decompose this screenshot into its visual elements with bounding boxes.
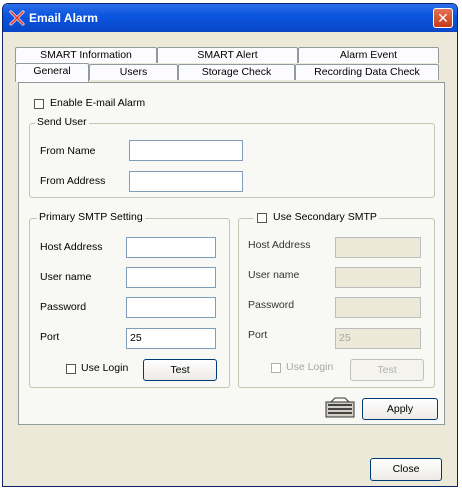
- secondary-password-input[interactable]: [335, 297, 421, 318]
- enable-email-alarm-label: Enable E-mail Alarm: [50, 97, 146, 109]
- from-name-label: From Name: [40, 145, 96, 157]
- secondary-host-address-input[interactable]: [335, 237, 421, 258]
- tab-alarm-event[interactable]: Alarm Event: [298, 47, 439, 63]
- tab-smart-alert[interactable]: SMART Alert: [157, 47, 298, 63]
- secondary-use-login-label: Use Login: [286, 361, 334, 373]
- secondary-host-address-label: Host Address: [248, 239, 311, 251]
- primary-test-button[interactable]: Test: [143, 359, 217, 381]
- general-tab-panel: Enable E-mail Alarm Send User From Name …: [18, 82, 445, 425]
- enable-email-alarm-checkbox[interactable]: [34, 99, 44, 109]
- primary-password-input[interactable]: [126, 297, 216, 318]
- window-title: Email Alarm: [29, 11, 98, 25]
- primary-host-address-label: Host Address: [40, 241, 103, 253]
- from-address-label: From Address: [40, 175, 106, 187]
- secondary-port-input[interactable]: 25: [335, 328, 421, 349]
- primary-smtp-legend: Primary SMTP Setting: [37, 211, 145, 223]
- secondary-user-name-label: User name: [248, 269, 300, 281]
- tab-recording-data-check[interactable]: Recording Data Check: [295, 64, 439, 80]
- apply-button[interactable]: Apply: [362, 398, 438, 420]
- primary-use-login-label: Use Login: [81, 362, 129, 374]
- secondary-use-login-checkbox[interactable]: [271, 363, 281, 373]
- send-user-legend: Send User: [35, 116, 89, 128]
- primary-user-name-label: User name: [40, 271, 92, 283]
- secondary-smtp-legend: Use Secondary SMTP: [253, 211, 379, 223]
- primary-port-label: Port: [40, 331, 60, 343]
- secondary-port-label: Port: [248, 329, 268, 341]
- tab-storage-check[interactable]: Storage Check: [178, 64, 295, 80]
- keyboard-icon: [325, 397, 355, 418]
- use-secondary-smtp-checkbox[interactable]: [257, 213, 267, 223]
- tab-general[interactable]: General: [15, 63, 89, 82]
- tab-users[interactable]: Users: [89, 64, 178, 80]
- from-address-input[interactable]: [129, 171, 243, 192]
- primary-user-name-input[interactable]: [126, 267, 216, 288]
- primary-host-address-input[interactable]: [126, 237, 216, 258]
- secondary-user-name-input[interactable]: [335, 267, 421, 288]
- secondary-test-button[interactable]: Test: [350, 359, 424, 381]
- email-alarm-window: Email Alarm ✕ SMART Information SMART Al…: [2, 3, 458, 487]
- primary-use-login-checkbox[interactable]: [66, 364, 76, 374]
- title-bar[interactable]: Email Alarm ✕: [3, 4, 457, 32]
- close-button[interactable]: Close: [370, 458, 442, 481]
- alarm-icon: [9, 10, 25, 26]
- primary-password-label: Password: [40, 301, 87, 313]
- close-icon[interactable]: ✕: [433, 8, 453, 28]
- tab-row-front: General Users Storage Check Recording Da…: [15, 63, 445, 82]
- from-name-input[interactable]: [129, 140, 243, 161]
- primary-port-input[interactable]: 25: [126, 328, 216, 349]
- secondary-password-label: Password: [248, 299, 295, 311]
- tab-row-back: SMART Information SMART Alert Alarm Even…: [15, 47, 445, 63]
- tab-smart-information[interactable]: SMART Information: [15, 47, 157, 63]
